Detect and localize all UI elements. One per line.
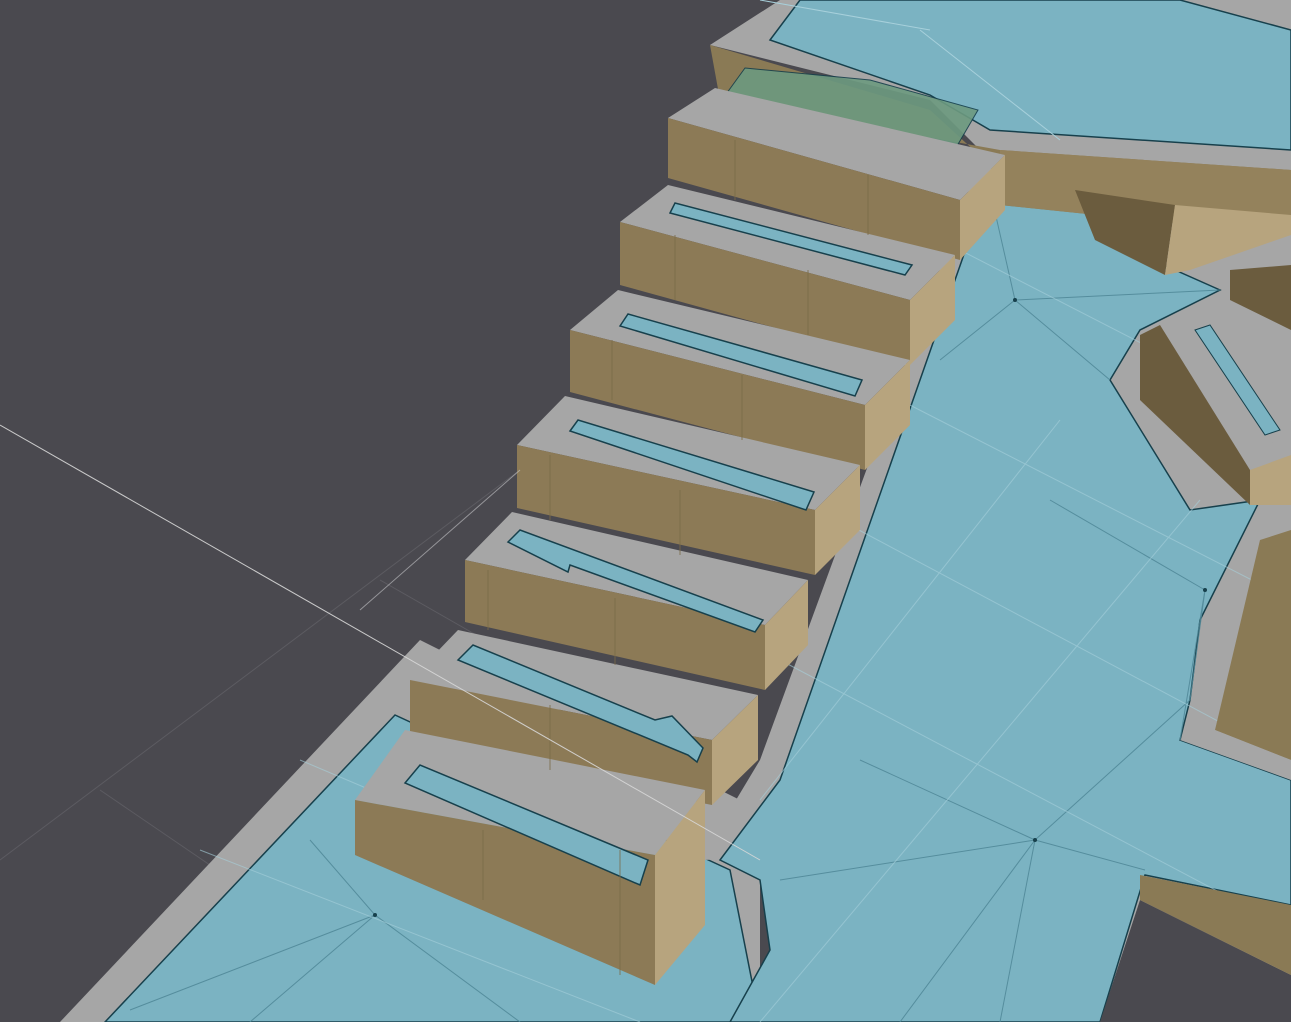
scene-canvas[interactable] [0, 0, 1291, 1022]
3d-viewport[interactable] [0, 0, 1291, 1022]
